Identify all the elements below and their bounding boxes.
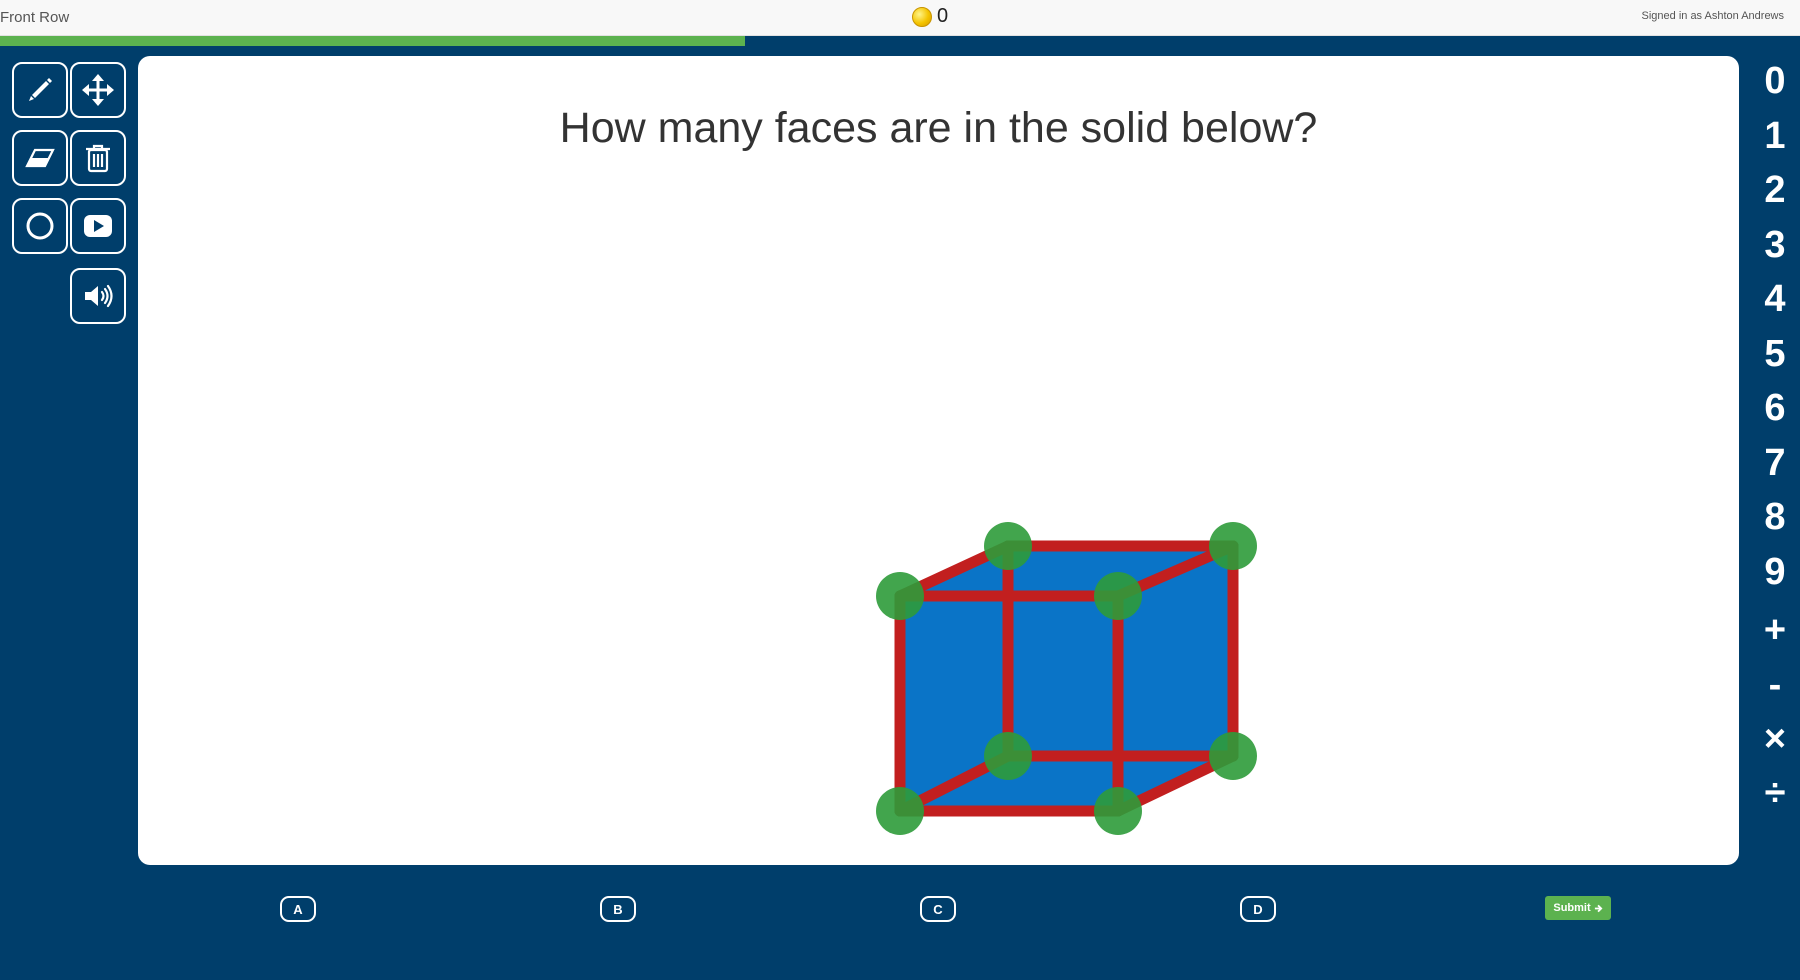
numpad-key-7[interactable]: 7 [1750, 438, 1800, 488]
coin-count: 0 [937, 5, 949, 27]
numpad-key-plus[interactable]: + [1750, 605, 1800, 655]
choice-a-button[interactable]: A [280, 896, 316, 922]
numpad-key-2[interactable]: 2 [1750, 165, 1800, 215]
eraser-icon [25, 148, 55, 168]
vertex [876, 572, 924, 620]
numpad-key-3[interactable]: 3 [1750, 220, 1800, 270]
speaker-icon [85, 284, 113, 308]
submit-label: Submit [1553, 902, 1591, 914]
vertex [1209, 732, 1257, 780]
numpad-key-1[interactable]: 1 [1750, 111, 1800, 161]
numpad-key-6[interactable]: 6 [1750, 383, 1800, 433]
eraser-tool-button[interactable] [12, 130, 68, 186]
question-text: How many faces are in the solid below? [559, 104, 1318, 152]
move-icon [82, 74, 114, 106]
cube-figure [876, 522, 1257, 835]
numpad-key-5[interactable]: 5 [1750, 329, 1800, 379]
choice-b-button[interactable]: B [600, 896, 636, 922]
speaker-tool-button[interactable] [70, 268, 126, 324]
numpad-key-times[interactable]: × [1750, 714, 1800, 764]
numpad-key-0[interactable]: 0 [1750, 56, 1800, 106]
submit-button[interactable]: Submit [1545, 896, 1611, 920]
vertex [984, 732, 1032, 780]
numpad-key-9[interactable]: 9 [1750, 547, 1800, 597]
numpad-key-4[interactable]: 4 [1750, 274, 1800, 324]
vertex [1094, 787, 1142, 835]
vertex [876, 787, 924, 835]
cube-face [900, 546, 1233, 811]
trash-tool-button[interactable] [70, 130, 126, 186]
signed-in-text: Signed in as Ashton Andrews [1641, 10, 1784, 22]
numpad-key-8[interactable]: 8 [1750, 492, 1800, 542]
coin-counter: 0 [912, 5, 948, 28]
vertex [1094, 572, 1142, 620]
trash-icon [86, 144, 110, 173]
circle-tool-button[interactable] [12, 198, 68, 254]
vertex [984, 522, 1032, 570]
app-title[interactable]: Front Row [0, 9, 69, 26]
progress-bar [0, 36, 1800, 46]
video-play-icon [84, 215, 112, 237]
vertex [1209, 522, 1257, 570]
coin-icon [912, 6, 932, 27]
arrow-right-icon [1594, 904, 1603, 912]
circle-icon [26, 212, 54, 240]
numpad-key-divide[interactable]: ÷ [1750, 768, 1800, 818]
question-card: How many faces are in the solid below? [138, 56, 1739, 865]
progress-fill [0, 36, 746, 46]
pencil-tool-button[interactable] [12, 62, 68, 118]
video-tool-button[interactable] [70, 198, 126, 254]
choice-d-button[interactable]: D [1240, 896, 1276, 922]
pencil-icon [29, 78, 52, 101]
move-tool-button[interactable] [70, 62, 126, 118]
top-bar: Front Row 0 Signed in as Ashton Andrews [0, 0, 1800, 36]
numpad-key-minus[interactable]: - [1750, 660, 1800, 710]
choice-c-button[interactable]: C [920, 896, 956, 922]
